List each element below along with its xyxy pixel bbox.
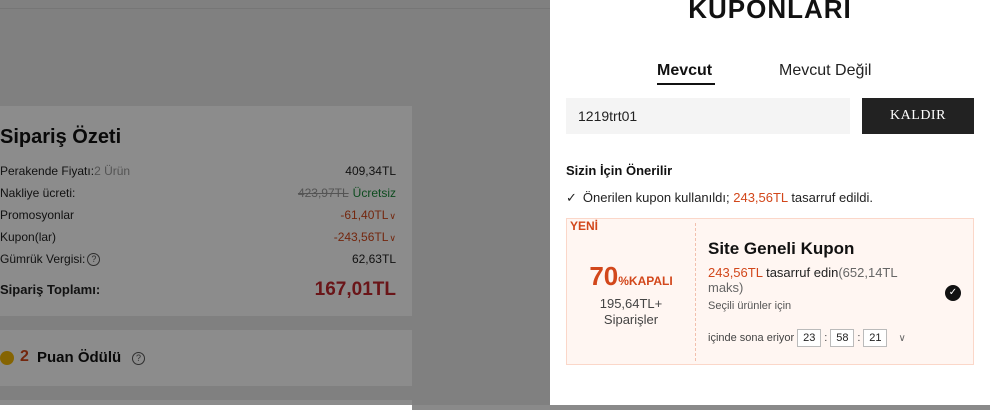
expiry-label: içinde sona eriyor: [708, 332, 795, 344]
check-icon: ✓: [566, 190, 577, 205]
applied-text-after: tasarruf edildi.: [791, 190, 873, 205]
remove-coupon-button[interactable]: KALDIR: [862, 98, 974, 134]
new-badge: YENİ: [570, 219, 599, 233]
coupon-savings-amount: 243,56TL: [708, 265, 763, 280]
discount-percent-value: 70: [589, 261, 619, 291]
coupon-card[interactable]: YENİ 70%KAPALI 195,64TL+ Siparişler Site…: [566, 218, 974, 365]
coupon-divider: [695, 223, 696, 361]
countdown-hours: 23: [797, 329, 822, 347]
applied-coupon-message: ✓ Önerilen kupon kullanıldı; 243,56TL tas…: [566, 190, 873, 206]
tab-unavailable[interactable]: Mevcut Değil: [779, 62, 871, 80]
selected-check-icon[interactable]: ✓: [945, 285, 961, 301]
coupon-savings-text: tasarruf edin: [766, 265, 839, 280]
active-tab-indicator: [657, 83, 715, 85]
discount-percent: 70%KAPALI: [567, 261, 695, 292]
coupon-scope: Seçili ürünler için: [708, 300, 792, 312]
coupon-savings: 243,56TL tasarruf edin(652,14TL maks): [708, 265, 928, 295]
discount-percent-suffix: %KAPALI: [618, 274, 673, 288]
coupon-code-input[interactable]: [566, 98, 850, 134]
minimum-order: 195,64TL+ Siparişler: [567, 296, 695, 328]
coupon-expiry: içinde sona eriyor 23:58:21 ∨: [708, 329, 906, 347]
coupons-drawer: KUPONLARI Mevcut Mevcut Değil KALDIR Siz…: [550, 0, 990, 405]
applied-amount: 243,56TL: [733, 190, 788, 205]
countdown-minutes: 58: [830, 329, 855, 347]
modal-overlay[interactable]: [0, 0, 550, 405]
tab-available[interactable]: Mevcut: [657, 62, 712, 80]
coupon-discount-panel: YENİ 70%KAPALI 195,64TL+ Siparişler: [567, 219, 695, 364]
chevron-down-icon[interactable]: ∨: [898, 333, 905, 344]
countdown-seconds: 21: [863, 329, 888, 347]
coupon-title: Site Geneli Kupon: [708, 239, 855, 258]
minimum-order-label: Siparişler: [603, 312, 659, 327]
applied-text-before: Önerilen kupon kullanıldı;: [582, 190, 730, 205]
drawer-title: KUPONLARI: [688, 0, 852, 24]
recommended-title: Sizin İçin Önerilir: [566, 163, 673, 178]
minimum-order-amount: 195,64TL+: [599, 296, 663, 311]
